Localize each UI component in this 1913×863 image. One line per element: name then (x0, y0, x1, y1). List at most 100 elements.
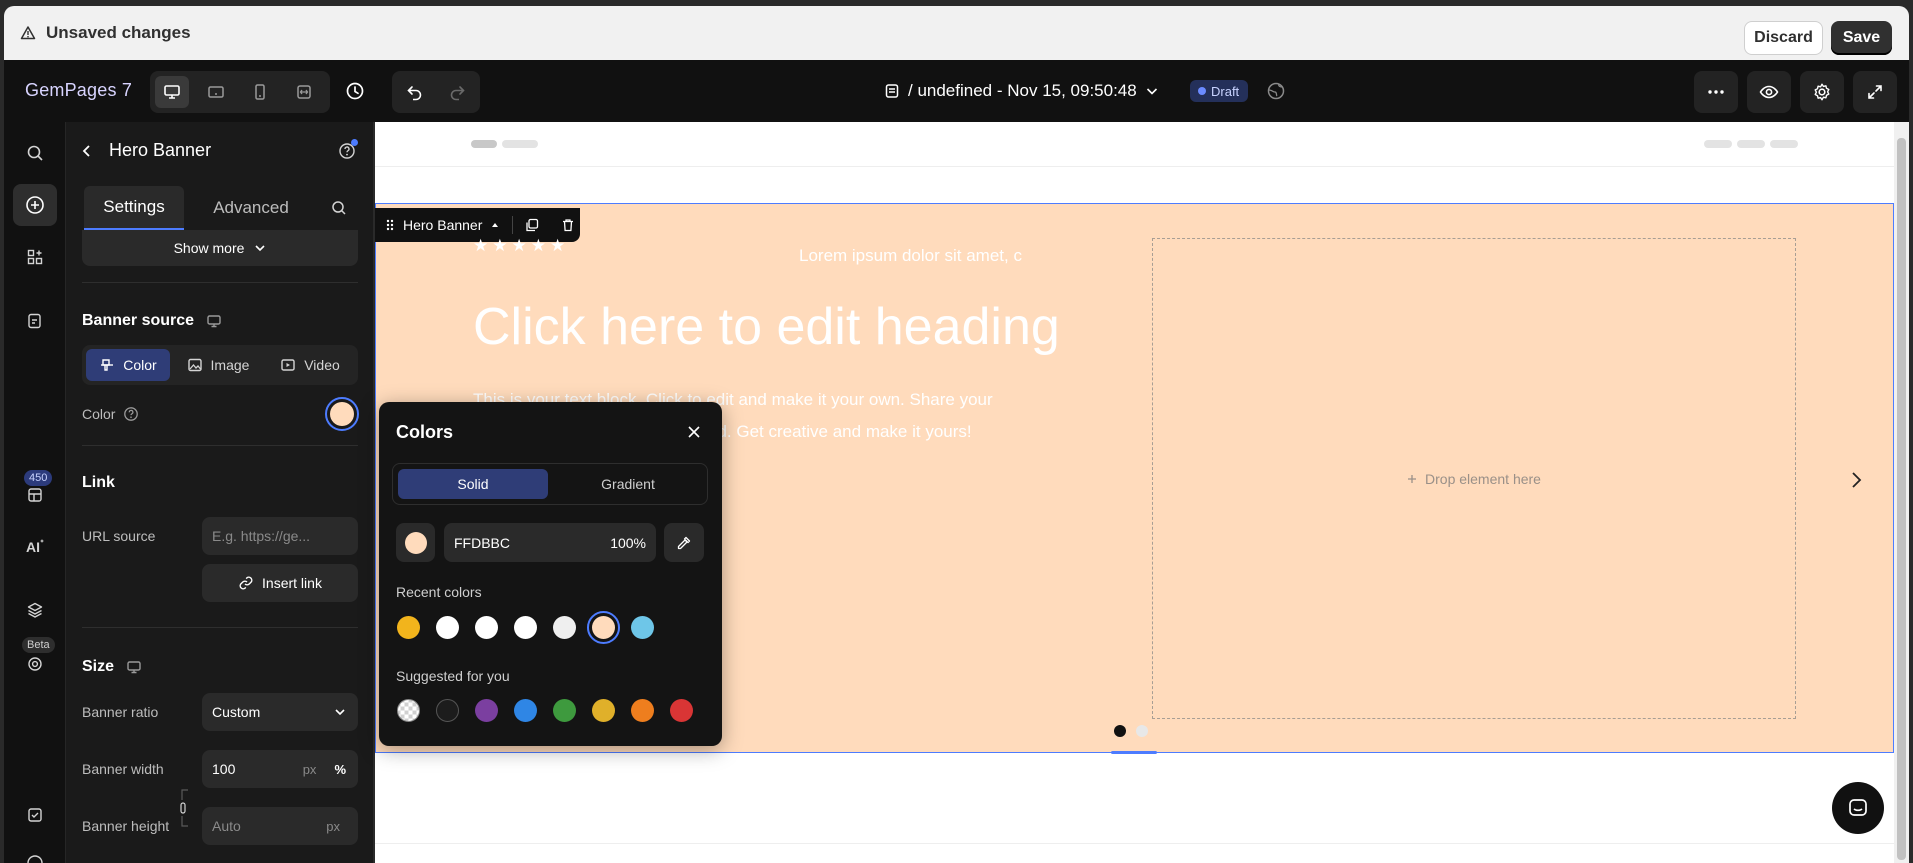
section-resize-handle[interactable] (1111, 751, 1157, 754)
history-icon[interactable] (345, 81, 365, 101)
duplicate-icon[interactable] (525, 218, 539, 232)
save-button[interactable]: Save (1831, 21, 1892, 55)
expand-icon[interactable] (1853, 71, 1897, 113)
pages-icon[interactable] (13, 300, 57, 342)
banner-height-input[interactable]: Auto px (202, 807, 358, 845)
undo-icon[interactable] (398, 76, 432, 108)
recent-color-swatch[interactable] (514, 616, 537, 639)
unit-percent-option[interactable]: % (334, 762, 346, 777)
insert-link-button[interactable]: Insert link (202, 564, 358, 602)
close-icon[interactable] (686, 424, 702, 440)
suggested-color-swatch[interactable] (514, 699, 537, 722)
banner-height-label: Banner height (82, 818, 170, 834)
show-more-button[interactable]: Show more (82, 230, 358, 266)
scrollbar-thumb[interactable] (1897, 138, 1906, 860)
colors-title: Colors (396, 422, 454, 442)
link-chain-icon[interactable] (178, 788, 190, 828)
hex-input[interactable]: FFDBBC 100% (444, 523, 656, 562)
layers-icon[interactable] (13, 589, 57, 631)
suggested-color-swatch[interactable] (592, 699, 615, 722)
banner-ratio-select[interactable]: Custom (202, 693, 358, 731)
suggested-color-swatch[interactable] (553, 699, 576, 722)
suggested-color-swatch[interactable] (670, 699, 693, 722)
suggested-color-swatch[interactable] (475, 699, 498, 722)
add-element-icon[interactable] (13, 184, 57, 226)
rating-stars[interactable]: ★★★★★ (473, 236, 569, 256)
search-icon[interactable] (13, 132, 57, 174)
panel-title: Hero Banner (109, 140, 212, 160)
tab-settings[interactable]: Settings (84, 186, 184, 230)
suggested-color-swatch[interactable] (397, 699, 420, 722)
source-video-label: Video (304, 357, 340, 373)
caret-up-icon[interactable] (490, 220, 500, 230)
size-title: Size (82, 658, 115, 675)
source-image-option[interactable]: Image (176, 349, 260, 381)
recent-color-swatch[interactable] (475, 616, 498, 639)
chat-support-button[interactable] (1832, 782, 1884, 834)
sections-icon[interactable] (13, 236, 57, 278)
suggested-color-swatch[interactable] (631, 699, 654, 722)
recent-color-swatch[interactable] (587, 611, 620, 644)
recent-color-swatch[interactable] (397, 616, 420, 639)
banner-width-input[interactable]: 100 px % (202, 750, 358, 788)
gear-icon[interactable] (1800, 71, 1844, 113)
color-mode-tabs: Solid Gradient (392, 463, 708, 505)
redo-icon[interactable] (440, 76, 474, 108)
recent-color-swatch[interactable] (436, 616, 459, 639)
trash-icon[interactable] (561, 218, 575, 232)
color-swatch-button[interactable] (325, 397, 359, 431)
banner-height-placeholder: Auto (212, 818, 241, 834)
discard-button[interactable]: Discard (1744, 21, 1823, 55)
desktop-icon[interactable] (155, 76, 189, 108)
target-icon[interactable] (13, 643, 57, 685)
globe-icon[interactable] (1266, 81, 1286, 101)
checklist-icon[interactable] (13, 794, 57, 836)
source-color-option[interactable]: Color (86, 349, 170, 381)
recent-color-swatch[interactable] (631, 616, 654, 639)
back-arrow-icon[interactable] (81, 144, 93, 158)
fullwidth-icon[interactable] (287, 76, 321, 108)
header-placeholder (1737, 140, 1765, 148)
tab-solid[interactable]: Solid (398, 469, 548, 499)
templates-icon[interactable] (13, 474, 57, 516)
hero-subtext[interactable]: Lorem ipsum dolor sit amet, c (799, 246, 1022, 266)
chevron-down-icon (1145, 84, 1159, 98)
page-selector[interactable]: / undefined - Nov 15, 09:50:48 (884, 81, 1159, 101)
unit-px-option[interactable]: px (303, 762, 317, 777)
carousel-dot-active[interactable] (1114, 725, 1126, 737)
chevron-right-icon[interactable] (1849, 470, 1863, 490)
search-icon[interactable] (331, 200, 347, 216)
eyedropper-icon[interactable] (664, 523, 704, 562)
current-color-swatch[interactable] (396, 523, 435, 562)
hero-heading[interactable]: Click here to edit heading (473, 297, 1060, 357)
warning-icon (20, 25, 36, 41)
banner-ratio-value: Custom (212, 704, 261, 720)
url-source-input[interactable]: E.g. https://ge... (202, 517, 358, 555)
recent-colors-row (397, 611, 654, 644)
more-icon[interactable] (1694, 71, 1738, 113)
ai-icon[interactable]: AI (13, 525, 57, 567)
color-label: Color (82, 406, 116, 422)
eye-icon[interactable] (1747, 71, 1791, 113)
insert-link-label: Insert link (262, 575, 322, 591)
drag-handle-icon[interactable] (385, 218, 395, 232)
source-video-option[interactable]: Video (268, 349, 352, 381)
suggested-color-swatch[interactable] (436, 699, 459, 722)
carousel-dot[interactable] (1136, 725, 1148, 737)
tab-gradient[interactable]: Gradient (553, 469, 703, 499)
link-icon (238, 575, 254, 591)
help-circle-icon[interactable] (123, 406, 139, 422)
recent-color-swatch[interactable] (553, 616, 576, 639)
header-placeholder (471, 140, 497, 148)
banner-width-label: Banner width (82, 761, 164, 777)
source-image-label: Image (210, 357, 250, 373)
opacity-value[interactable]: 100% (610, 535, 646, 551)
tab-advanced[interactable]: Advanced (196, 186, 306, 230)
tablet-icon[interactable] (199, 76, 233, 108)
drop-element-zone[interactable]: Drop element here (1152, 238, 1796, 719)
divider (82, 627, 358, 628)
mobile-icon[interactable] (243, 76, 277, 108)
desktop-icon (126, 659, 142, 675)
help-icon[interactable] (13, 842, 57, 863)
unsaved-changes-bar: Unsaved changes Discard Save (4, 6, 1909, 60)
